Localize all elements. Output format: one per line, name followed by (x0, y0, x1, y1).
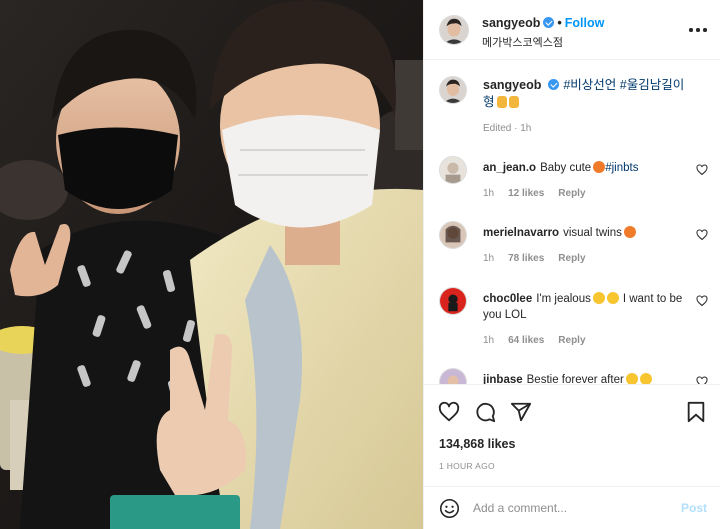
post-author: sangyeob • Follow (482, 16, 604, 30)
sunglasses-emoji-icon (639, 373, 652, 384)
comment-text: merielnavarro visual twins (483, 225, 693, 241)
comment-time: 1h (483, 253, 495, 264)
heart-icon[interactable] (438, 401, 460, 423)
thumbs-up-emoji-icon (508, 96, 519, 108)
comment-likes[interactable]: 78 likes (508, 253, 544, 264)
action-bar: 134,868 likes 1 HOUR AGO (424, 384, 720, 496)
reply-button[interactable]: Reply (558, 253, 585, 264)
follow-button[interactable]: Follow (565, 16, 605, 30)
comment-icon[interactable] (474, 401, 496, 423)
commenter-avatar[interactable] (439, 287, 467, 315)
verified-badge-icon (543, 17, 555, 28)
profile-picture (440, 222, 466, 248)
post-sidebar: sangyeob • Follow 메가박스코엑스점 sangyeob #비상선언 #… (423, 0, 720, 529)
caption-meta: Edited · 1h (483, 123, 532, 134)
caption-username[interactable]: sangyeob (483, 78, 541, 92)
heart-icon[interactable] (696, 376, 708, 384)
profile-picture (440, 288, 466, 314)
profile-picture (440, 16, 468, 44)
heart-icon[interactable] (696, 164, 708, 176)
post-header: sangyeob • Follow 메가박스코엑스점 (424, 0, 720, 60)
comment-username[interactable]: an_jean.o (483, 162, 536, 174)
comment-body: I'm jealous (536, 293, 591, 305)
comment-meta: 1h 64 likes Reply (483, 335, 600, 346)
comments-list[interactable]: sangyeob #비상선언 #울김남길이 형 Edited · 1h an_je… (424, 61, 720, 384)
commenter-avatar[interactable] (439, 156, 467, 184)
comment-meta: 1h 78 likes Reply (483, 253, 600, 264)
comment-body: Bestie forever after (526, 374, 624, 384)
post-comment-button[interactable]: Post (681, 501, 707, 515)
avatar[interactable] (439, 15, 469, 45)
profile-picture (440, 77, 466, 103)
heart-icon[interactable] (696, 229, 708, 241)
post-photo[interactable] (0, 0, 423, 529)
thumbs-up-emoji-icon (496, 96, 507, 108)
heart-eyes-emoji-icon (593, 161, 606, 173)
selfie-image (0, 0, 423, 529)
commenter-avatar[interactable] (439, 221, 467, 249)
star-eyes-emoji-icon (623, 226, 636, 238)
comment-username[interactable]: merielnavarro (483, 227, 559, 239)
comment-text: an_jean.o Baby cute #jinbts (483, 160, 693, 176)
more-options-icon[interactable] (689, 24, 707, 36)
add-comment-bar: Post (424, 486, 720, 529)
comment-text: jinbase Bestie forever after (483, 372, 693, 384)
reply-button[interactable]: Reply (558, 188, 585, 199)
comment-username[interactable]: jinbase (483, 374, 523, 384)
bookmark-icon[interactable] (685, 401, 707, 423)
commenter-avatar[interactable] (439, 368, 467, 384)
comment-username[interactable]: choc0lee (483, 293, 532, 305)
share-icon[interactable] (510, 401, 532, 423)
comment-body: Baby cute (540, 162, 592, 174)
comment-likes[interactable]: 12 likes (508, 188, 544, 199)
comment-time: 1h (483, 188, 495, 199)
username-link[interactable]: sangyeob (482, 16, 540, 30)
comment-likes[interactable]: 64 likes (508, 335, 544, 346)
comment-text: choc0lee I'm jealous I want to be you LOL (483, 291, 693, 323)
reply-button[interactable]: Reply (558, 335, 585, 346)
sunglasses-emoji-icon (625, 373, 638, 384)
comment-meta: 1h 12 likes Reply (483, 188, 600, 199)
comment-time: 1h (483, 335, 495, 346)
caption-text: sangyeob #비상선언 #울김남길이 형 (483, 77, 693, 111)
comment-body: visual twins (563, 227, 622, 239)
profile-picture (440, 369, 466, 384)
grin-sweat-emoji-icon (606, 292, 619, 304)
caption-avatar[interactable] (439, 76, 467, 104)
profile-picture (440, 157, 466, 183)
location-link[interactable]: 메가박스코엑스점 (482, 34, 563, 50)
separator-dot: • (557, 16, 562, 30)
post-timestamp[interactable]: 1 HOUR AGO (439, 461, 495, 471)
grin-sweat-emoji-icon (592, 292, 605, 304)
likes-count[interactable]: 134,868 likes (439, 437, 515, 451)
comment-hashtag[interactable]: #jinbts (605, 162, 638, 174)
emoji-icon[interactable] (439, 498, 460, 519)
comment-input[interactable] (473, 497, 668, 519)
heart-icon[interactable] (696, 295, 708, 307)
verified-badge-icon (548, 79, 560, 90)
